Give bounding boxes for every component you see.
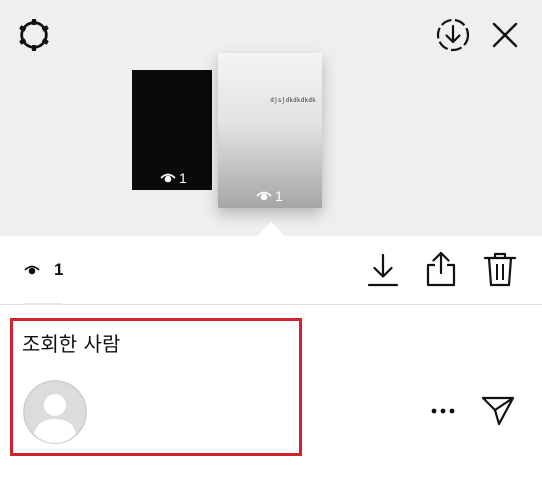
selection-pointer — [257, 222, 285, 236]
story-view-count: 1 — [160, 170, 187, 186]
download-icon[interactable] — [366, 252, 400, 288]
share-icon[interactable] — [424, 250, 458, 288]
story-text: djsjdkdkdkdk — [270, 97, 316, 104]
send-icon[interactable] — [480, 393, 516, 427]
trash-icon[interactable] — [482, 250, 518, 288]
eye-icon — [160, 173, 176, 183]
view-count[interactable]: 1 — [24, 260, 63, 280]
story-thumbnail[interactable]: 1 — [132, 70, 212, 190]
view-count-label: 1 — [54, 260, 64, 279]
more-icon[interactable] — [430, 400, 456, 420]
scroll-indicator — [24, 303, 62, 305]
viewers-title: 조회한 사람 — [22, 332, 121, 356]
story-thumbnail-selected[interactable]: djsjdkdkdkdk 1 — [218, 53, 322, 208]
story-views-label: 1 — [179, 170, 187, 186]
default-avatar-icon — [23, 380, 87, 444]
gear-icon[interactable] — [15, 16, 53, 54]
download-circle-icon[interactable] — [434, 16, 472, 54]
story-preview-area: 1 djsjdkdkdkdk 1 — [0, 0, 542, 236]
story-view-count: 1 — [256, 188, 283, 204]
close-icon[interactable] — [490, 20, 520, 50]
story-views-label: 1 — [275, 188, 283, 204]
story-toolbar: 1 — [0, 236, 542, 305]
eye-icon — [24, 265, 40, 275]
avatar[interactable] — [23, 380, 87, 444]
eye-icon — [256, 191, 272, 201]
